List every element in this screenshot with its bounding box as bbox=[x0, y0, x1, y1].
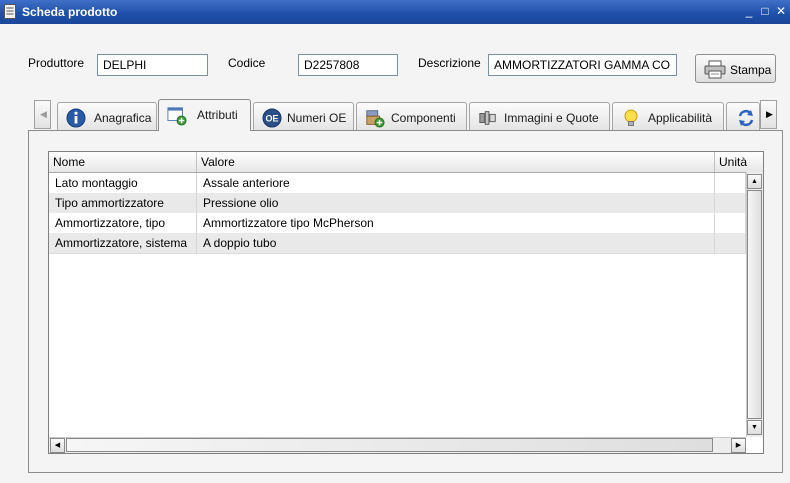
cell-nome: Ammortizzatore, tipo bbox=[49, 213, 197, 233]
tab-applicabilita[interactable]: Applicabilità bbox=[612, 102, 724, 130]
cell-unita bbox=[715, 213, 746, 233]
descrizione-label: Descrizione bbox=[418, 56, 481, 70]
attributes-grid: Nome Valore Unità Lato montaggio Assale … bbox=[48, 151, 764, 454]
tab-scroll-right-button[interactable]: ▶ bbox=[760, 100, 777, 129]
tab-applicabilita-label: Applicabilità bbox=[648, 111, 713, 125]
horizontal-scroll-thumb[interactable] bbox=[66, 438, 713, 452]
window-titlebar: Scheda prodotto _ □ ✕ bbox=[0, 0, 790, 24]
maximize-button[interactable]: □ bbox=[758, 3, 772, 19]
cell-unita bbox=[715, 173, 746, 193]
close-button[interactable]: ✕ bbox=[774, 3, 788, 19]
document-icon bbox=[4, 4, 16, 19]
stampa-button[interactable]: Stampa bbox=[695, 54, 776, 83]
table-row[interactable]: Ammortizzatore, sistema A doppio tubo bbox=[49, 233, 746, 254]
table-row[interactable]: Lato montaggio Assale anteriore bbox=[49, 173, 746, 194]
stampa-label: Stampa bbox=[730, 63, 772, 77]
descrizione-field[interactable] bbox=[488, 54, 677, 76]
components-icon bbox=[366, 110, 385, 128]
vertical-scrollbar[interactable]: ▲ ▼ bbox=[746, 172, 763, 437]
tab-componenti[interactable]: Componenti bbox=[356, 102, 467, 130]
produttore-field[interactable] bbox=[97, 54, 208, 76]
table-row[interactable]: Tipo ammortizzatore Pressione olio bbox=[49, 193, 746, 214]
tab-anagrafica[interactable]: Anagrafica bbox=[57, 102, 157, 130]
scroll-down-button[interactable]: ▼ bbox=[747, 420, 762, 435]
minimize-button[interactable]: _ bbox=[742, 3, 756, 19]
produttore-label: Produttore bbox=[28, 56, 85, 70]
table-row[interactable]: Ammortizzatore, tipo Ammortizzatore tipo… bbox=[49, 213, 746, 234]
tab-scroll-left-button[interactable]: ◀ bbox=[34, 100, 51, 129]
tab-attributi[interactable]: Attributi bbox=[158, 99, 251, 131]
cell-nome: Lato montaggio bbox=[49, 173, 197, 193]
cell-nome: Tipo ammortizzatore bbox=[49, 193, 197, 213]
column-header-unita[interactable]: Unità bbox=[715, 152, 763, 172]
column-header-nome[interactable]: Nome bbox=[49, 152, 197, 172]
cell-valore: A doppio tubo bbox=[197, 233, 715, 253]
tab-immagini-quote-label: Immagini e Quote bbox=[504, 111, 599, 125]
cell-unita bbox=[715, 193, 746, 213]
scroll-left-button[interactable]: ◀ bbox=[50, 438, 65, 453]
codice-label: Codice bbox=[228, 56, 266, 70]
tab-refresh[interactable] bbox=[726, 102, 760, 130]
cell-valore: Assale anteriore bbox=[197, 173, 715, 193]
svg-text:OE: OE bbox=[265, 114, 278, 124]
column-header-valore[interactable]: Valore bbox=[197, 152, 715, 172]
info-icon bbox=[66, 108, 86, 128]
tab-numeri-oe-label: Numeri OE bbox=[287, 111, 347, 125]
tab-immagini-quote[interactable]: Immagini e Quote bbox=[469, 102, 610, 130]
vertical-scroll-thumb[interactable] bbox=[747, 190, 762, 419]
tab-numeri-oe[interactable]: OE Numeri OE bbox=[253, 102, 354, 130]
cell-unita bbox=[715, 233, 746, 253]
refresh-icon bbox=[738, 109, 754, 127]
tab-componenti-label: Componenti bbox=[391, 111, 456, 125]
horizontal-scrollbar[interactable]: ◀ ▶ bbox=[49, 437, 746, 453]
images-icon bbox=[479, 111, 496, 125]
tab-attributi-label: Attributi bbox=[197, 108, 238, 122]
cell-nome: Ammortizzatore, sistema bbox=[49, 233, 197, 253]
cell-valore: Ammortizzatore tipo McPherson bbox=[197, 213, 715, 233]
codice-field[interactable] bbox=[298, 54, 398, 76]
attributes-icon bbox=[167, 107, 187, 126]
scroll-up-button[interactable]: ▲ bbox=[747, 174, 762, 189]
lightbulb-icon bbox=[624, 109, 638, 126]
window-title: Scheda prodotto bbox=[22, 5, 118, 19]
tab-anagrafica-label: Anagrafica bbox=[94, 111, 152, 125]
cell-valore: Pressione olio bbox=[197, 193, 715, 213]
grid-header: Nome Valore Unità bbox=[49, 152, 763, 173]
printer-icon bbox=[704, 60, 726, 79]
oe-icon: OE bbox=[262, 108, 282, 128]
scroll-right-button[interactable]: ▶ bbox=[731, 438, 746, 453]
